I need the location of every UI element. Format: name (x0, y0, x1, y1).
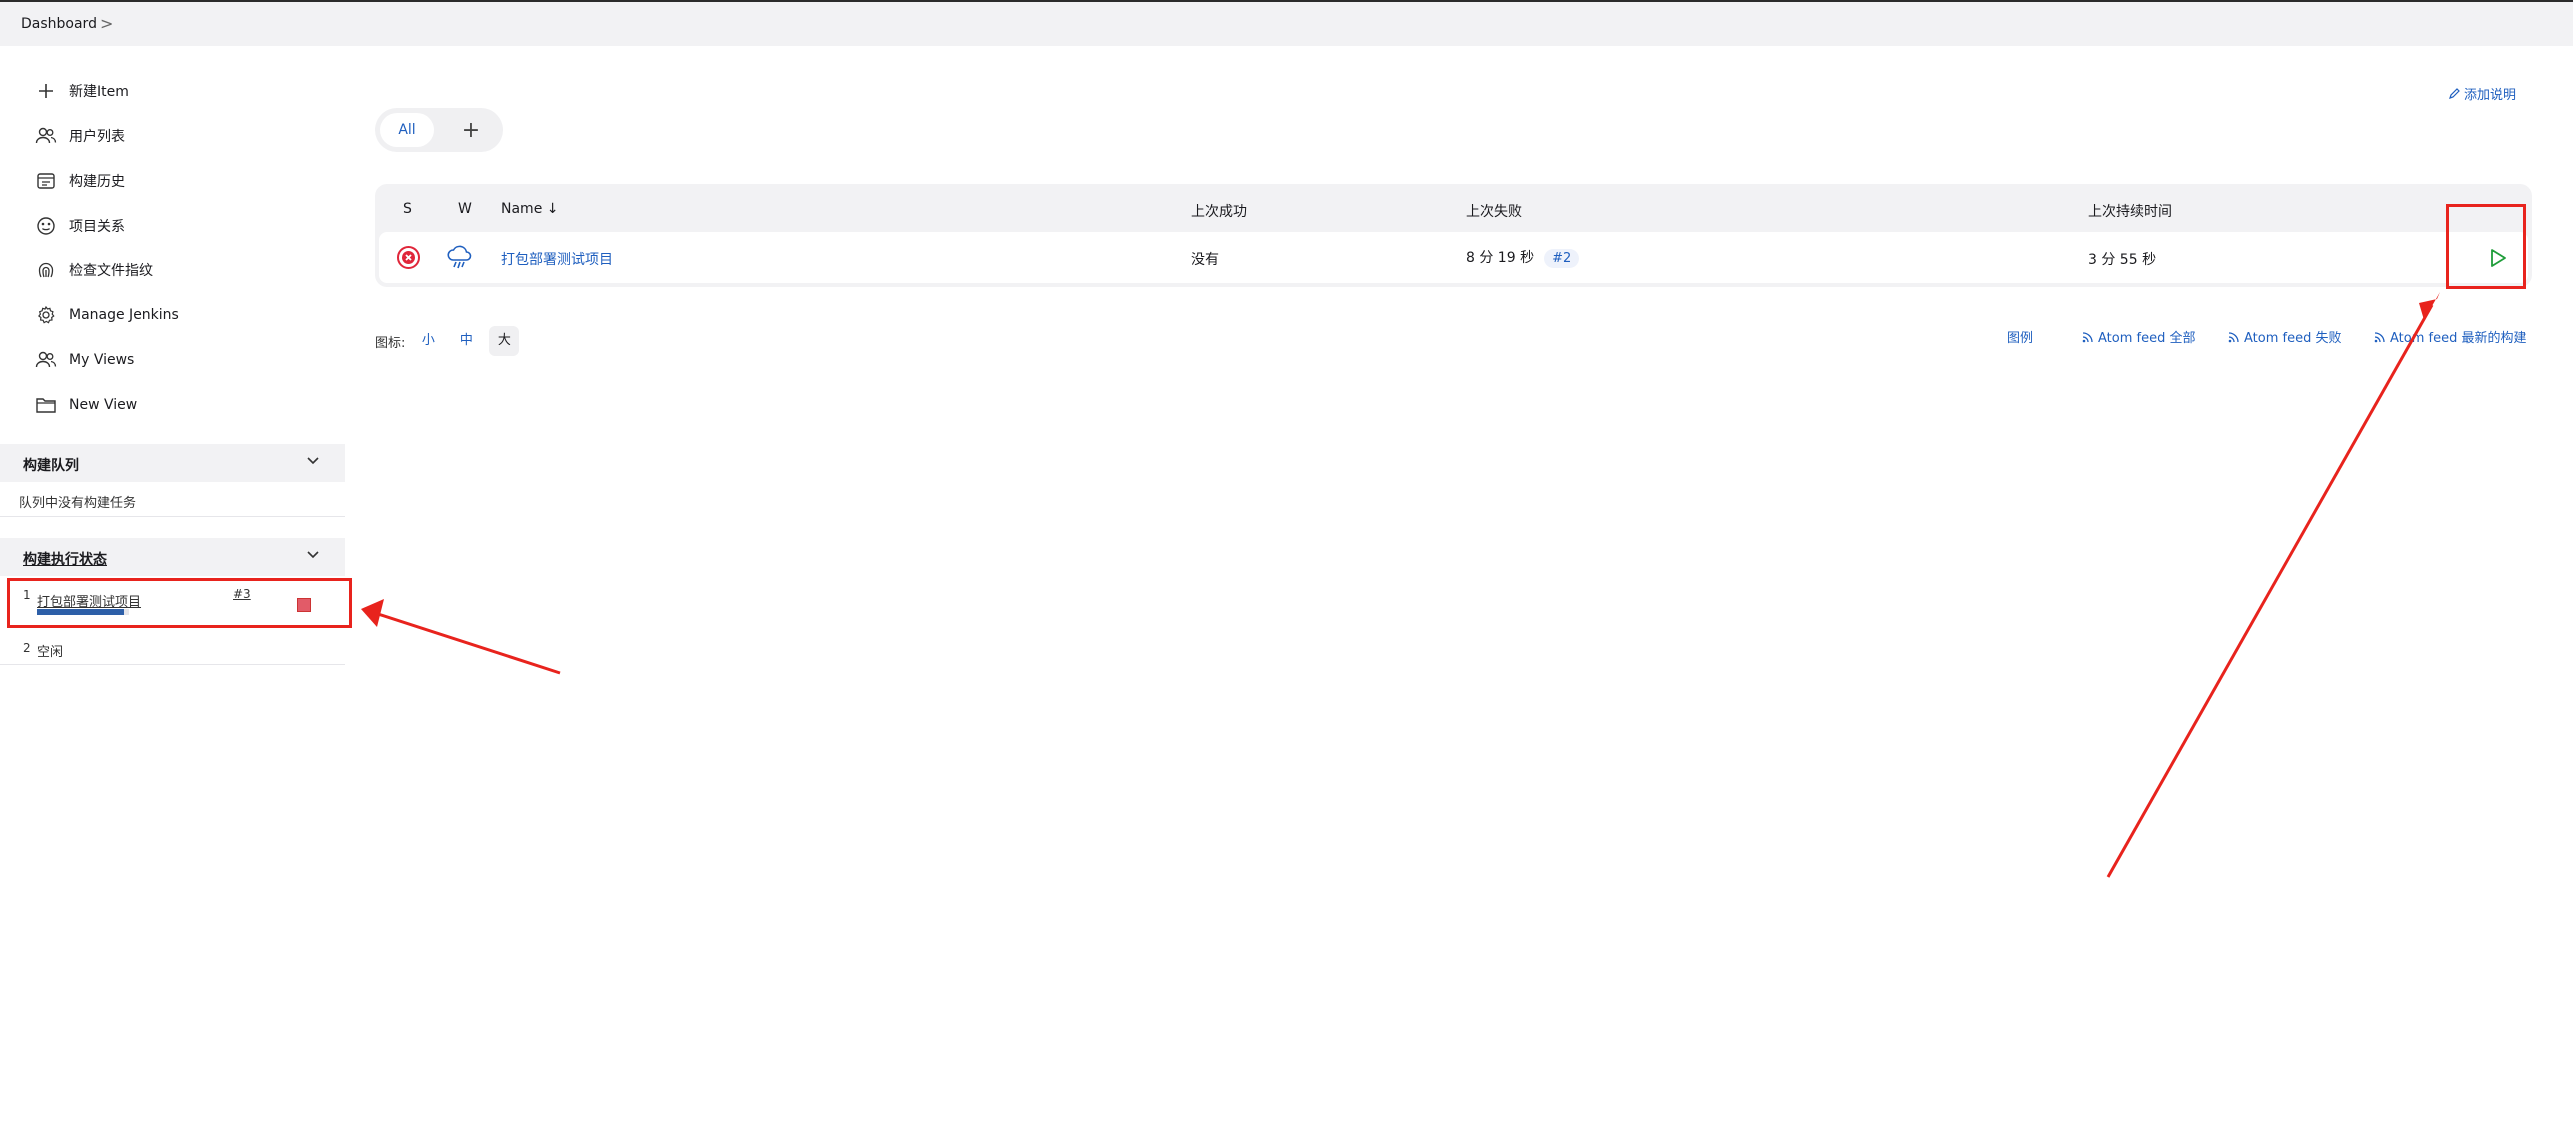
plus-icon (34, 79, 58, 103)
sidebar-item-my-views[interactable]: My Views (0, 340, 345, 380)
atom-feed-failed-label: Atom feed 失败 (2244, 331, 2342, 346)
annotation-box (7, 578, 352, 628)
fingerprint-icon (34, 258, 58, 282)
build-queue-header[interactable]: 构建队列 (0, 444, 345, 482)
failed-status-icon (396, 245, 421, 274)
pencil-icon (2449, 88, 2460, 99)
sidebar-item-label: 用户列表 (69, 129, 125, 145)
icon-size-medium[interactable]: 中 (451, 326, 481, 356)
atom-feed-all-label: Atom feed 全部 (2098, 331, 2196, 346)
failure-build-link[interactable]: #2 (1544, 249, 1580, 268)
icon-size-small[interactable]: 小 (413, 326, 443, 356)
chevron-down-icon[interactable] (306, 453, 320, 471)
rain-weather-icon (446, 244, 474, 275)
sidebar-item-label: 构建历史 (69, 174, 125, 190)
legend-link[interactable]: 图例 (2007, 327, 2033, 346)
executors-header[interactable]: 构建执行状态 (0, 538, 345, 576)
relationship-icon (34, 214, 58, 238)
folder-icon (34, 393, 58, 417)
annotation-arrow-line (2106, 304, 2434, 878)
rss-icon (2082, 331, 2093, 342)
sidebar-item-label: 新建Item (69, 84, 129, 100)
divider (0, 664, 345, 665)
sidebar-item-manage-jenkins[interactable]: Manage Jenkins (0, 295, 345, 335)
sidebar-item-label: New View (69, 397, 138, 413)
header-last-duration[interactable]: 上次持续时间 (2088, 201, 2172, 221)
table-row: 打包部署测试项目 没有 8 分 19 秒 #2 3 分 55 秒 (379, 232, 2528, 283)
atom-feed-latest-label: Atom feed 最新的构建 (2390, 331, 2527, 346)
sidebar-item-new-item[interactable]: 新建Item (0, 71, 345, 111)
executor-index: 2 (23, 641, 31, 655)
build-queue-empty-text: 队列中没有构建任务 (19, 496, 137, 511)
annotation-arrowhead (2419, 292, 2440, 320)
last-failure-time: 8 分 19 秒 (1466, 250, 1535, 266)
last-success-value: 没有 (1191, 252, 1219, 268)
header-status[interactable]: S (403, 201, 412, 217)
history-icon (34, 169, 58, 193)
sidebar-item-project-relationship[interactable]: 项目关系 (0, 206, 345, 246)
last-duration-value: 3 分 55 秒 (2088, 252, 2157, 268)
add-description-link[interactable]: 添加说明 (2448, 84, 2516, 103)
sidebar-item-label: My Views (69, 352, 135, 368)
sidebar-item-label: Manage Jenkins (69, 307, 179, 323)
add-view-tab[interactable]: + (454, 113, 488, 147)
sidebar-item-label: 项目关系 (69, 219, 125, 235)
header-name[interactable]: Name ↓ (501, 201, 558, 217)
gear-icon (34, 303, 58, 327)
sidebar-item-label: 检查文件指纹 (69, 263, 153, 279)
build-queue-title: 构建队列 (23, 458, 79, 474)
divider (0, 516, 345, 517)
sidebar-item-fingerprint[interactable]: 检查文件指纹 (0, 250, 345, 290)
annotation-arrows (361, 292, 2440, 878)
rss-icon (2374, 331, 2385, 342)
breadcrumb-separator-icon[interactable]: > (100, 14, 113, 33)
breadcrumb: Dashboard > (0, 2, 2573, 46)
sidebar-item-users[interactable]: 用户列表 (0, 116, 345, 156)
header-weather[interactable]: W (458, 201, 472, 217)
icon-size-large[interactable]: 大 (489, 326, 520, 356)
sidebar-item-new-view[interactable]: New View (0, 385, 345, 425)
annotation-arrowhead (361, 599, 384, 627)
icon-size-selector: 图标: 小 中 大 (375, 326, 520, 356)
atom-feed-latest-link[interactable]: Atom feed 最新的构建 (2374, 327, 2526, 346)
atom-feed-failed-link[interactable]: Atom feed 失败 (2228, 327, 2341, 346)
tab-all[interactable]: All (380, 113, 434, 147)
view-tabs: All + (375, 108, 503, 152)
users-icon (34, 348, 58, 372)
chevron-down-icon[interactable] (306, 547, 320, 565)
users-icon (34, 124, 58, 148)
header-last-failure[interactable]: 上次失败 (1466, 201, 1522, 221)
icon-size-label: 图标: (375, 335, 406, 351)
header-last-success[interactable]: 上次成功 (1191, 201, 1247, 221)
add-description-label: 添加说明 (2464, 88, 2517, 103)
job-name-link[interactable]: 打包部署测试项目 (501, 249, 613, 269)
atom-feed-all-link[interactable]: Atom feed 全部 (2082, 327, 2195, 346)
last-failure-value: 8 分 19 秒 #2 (1466, 247, 1580, 268)
executor-idle-status: 空闲 (37, 645, 64, 660)
sidebar-item-build-history[interactable]: 构建历史 (0, 161, 345, 201)
breadcrumb-dashboard[interactable]: Dashboard (21, 16, 97, 32)
jobs-table: S W Name ↓ 上次成功 上次失败 上次持续时间 打包部署测试项目 没有 … (375, 184, 2532, 287)
executors-title: 构建执行状态 (23, 552, 107, 568)
annotation-arrow-line (374, 611, 561, 675)
rss-icon (2228, 331, 2239, 342)
annotation-box (2446, 204, 2526, 289)
